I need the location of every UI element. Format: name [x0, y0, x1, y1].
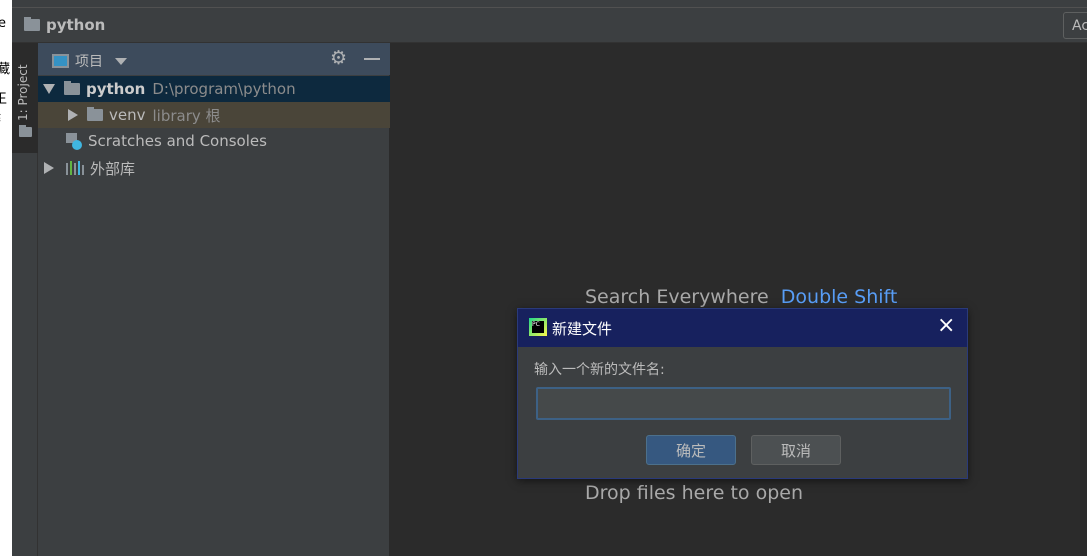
background-window: e 藏 王纟 [0, 0, 12, 556]
add-configuration-button[interactable]: Ac [1063, 12, 1087, 39]
breadcrumb-project[interactable]: python [24, 16, 105, 34]
navigation-bar: python Ac [12, 8, 1087, 43]
ok-button[interactable]: 确定 [646, 435, 736, 465]
minimize-icon[interactable] [364, 58, 380, 60]
project-view-icon [52, 54, 69, 68]
editor-area: Search Everywhere Double Shift Drop file… [390, 43, 1087, 556]
libraries-icon [66, 161, 84, 175]
tree-item-label: 外部库 [90, 159, 136, 178]
pycharm-logo-icon: PC [529, 318, 547, 336]
scratches-icon [66, 133, 82, 150]
tree-item-path: D:\program\python [152, 80, 296, 98]
chevron-down-icon [115, 57, 127, 65]
bg-fragment: e [0, 16, 6, 31]
expand-arrow-icon[interactable] [68, 109, 78, 121]
dialog-title-bar: PC 新建文件 × [518, 309, 967, 347]
cancel-button[interactable]: 取消 [751, 435, 841, 465]
project-panel: 项目 ⚙ python D:\program\python venv libra… [38, 43, 390, 556]
file-name-input[interactable] [536, 387, 951, 420]
bg-fragment: 藏 [0, 62, 11, 77]
view-selector[interactable]: 项目 [52, 51, 127, 71]
hint-text: Search Everywhere [585, 286, 769, 308]
tree-item-label: python [86, 80, 146, 98]
search-everywhere-hint: Search Everywhere Double Shift [585, 286, 897, 308]
expand-arrow-icon[interactable] [44, 162, 54, 174]
folder-icon [19, 125, 32, 137]
shortcut-text: Double Shift [780, 286, 898, 308]
tree-item-label: Scratches and Consoles [88, 132, 267, 150]
tool-window-strip: 1: Project [12, 43, 38, 556]
folder-icon [24, 17, 40, 31]
project-name: python [46, 16, 106, 34]
tree-item-scratches[interactable]: Scratches and Consoles [38, 128, 390, 154]
tree-item-venv[interactable]: venv library 根 [38, 102, 390, 128]
tree-item-python[interactable]: python D:\program\python [38, 76, 390, 102]
project-tool-tab[interactable]: 1: Project [12, 43, 38, 153]
expand-arrow-icon[interactable] [43, 84, 55, 94]
view-selector-label: 项目 [75, 54, 103, 70]
close-icon[interactable]: × [937, 315, 955, 337]
folder-icon [64, 81, 80, 95]
dialog-title: 新建文件 [552, 320, 613, 338]
tree-item-detail: library 根 [152, 106, 221, 125]
file-name-label: 输入一个新的文件名: [534, 362, 665, 378]
tree-item-external-libraries[interactable]: 外部库 [38, 155, 390, 181]
project-panel-header: 项目 ⚙ [38, 43, 390, 75]
bg-fragment: 王纟 [0, 92, 8, 126]
drop-files-hint: Drop files here to open [585, 482, 804, 504]
library-folder-icon [87, 107, 103, 121]
tree-item-label: venv [109, 106, 146, 124]
menu-bar [12, 0, 1087, 8]
new-file-dialog: PC 新建文件 × 输入一个新的文件名: 确定 取消 [517, 308, 968, 479]
gear-icon[interactable]: ⚙ [330, 47, 347, 69]
project-tab-label: 1: Project [16, 64, 30, 121]
